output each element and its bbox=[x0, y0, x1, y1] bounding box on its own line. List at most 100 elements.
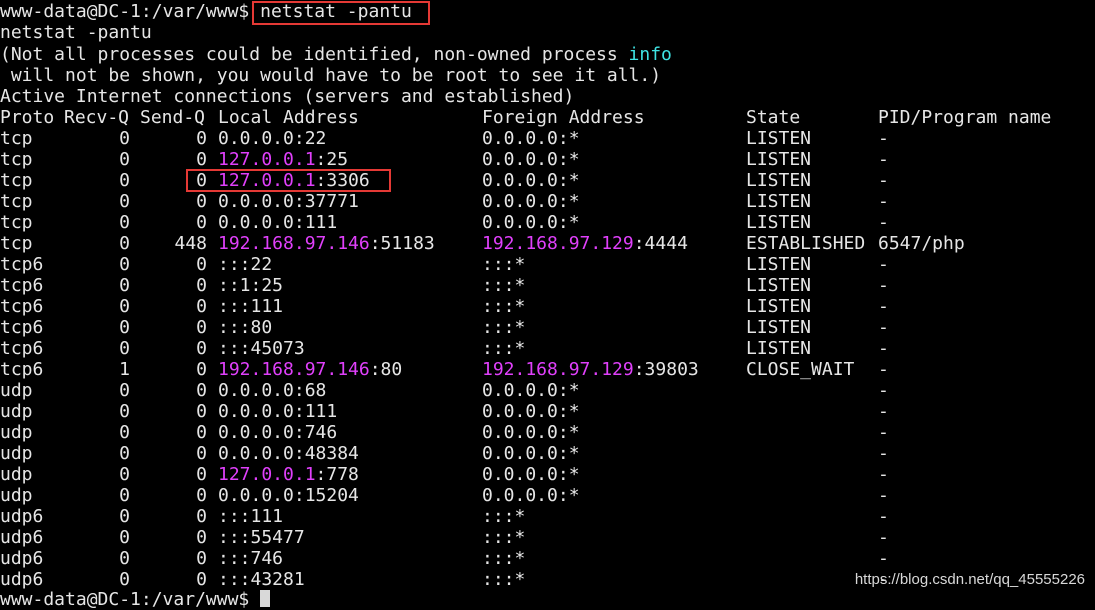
local-ip: 0.0.0.0 bbox=[218, 212, 294, 233]
cell-sendq: 0 bbox=[196, 275, 207, 296]
notice-keyword: info bbox=[628, 44, 672, 65]
cell-local-address: ::1:25 bbox=[218, 275, 283, 296]
local-port: :111 bbox=[293, 212, 338, 233]
header-foreign-address: Foreign Address bbox=[482, 107, 645, 128]
cell-local-address: 0.0.0.0:15204 bbox=[218, 485, 359, 506]
foreign-port: :* bbox=[557, 422, 580, 443]
cell-foreign-address: 0.0.0.0:* bbox=[482, 380, 580, 401]
cell-local-address: 192.168.97.146:51183 bbox=[218, 233, 435, 254]
local-ip: :::43281 bbox=[218, 569, 305, 590]
foreign-ip: 0.0.0.0 bbox=[482, 401, 558, 422]
cell-sendq: 0 bbox=[196, 422, 207, 443]
local-ip: 0.0.0.0 bbox=[218, 401, 294, 422]
cell-local-address: 0.0.0.0:48384 bbox=[218, 443, 359, 464]
command-echo: netstat -pantu bbox=[0, 22, 152, 43]
foreign-port: :* bbox=[557, 380, 580, 401]
foreign-port: :* bbox=[557, 128, 580, 149]
terminal-window[interactable]: www-data@DC-1:/var/www$ netstat -pantu n… bbox=[0, 0, 1095, 610]
foreign-ip: :::* bbox=[482, 506, 526, 527]
cell-local-address: 0.0.0.0:22 bbox=[218, 128, 326, 149]
table-row: udp 0 0 0.0.0.0:68 0.0.0.0:* - bbox=[0, 380, 1095, 401]
foreign-ip: 0.0.0.0 bbox=[482, 149, 558, 170]
prompt-path: :/var/www$ bbox=[140, 1, 250, 22]
cell-state: ESTABLISHED bbox=[746, 233, 866, 254]
cell-sendq: 0 bbox=[196, 380, 207, 401]
local-ip: 192.168.97.146 bbox=[218, 233, 370, 254]
cell-local-address: :::111 bbox=[218, 296, 283, 317]
foreign-port: :* bbox=[557, 170, 580, 191]
foreign-port: :4444 bbox=[633, 233, 688, 254]
cell-local-address: 0.0.0.0:111 bbox=[218, 401, 337, 422]
cell-pid-program: - bbox=[878, 422, 889, 443]
cell-local-address: :::45073 bbox=[218, 338, 305, 359]
cell-sendq: 0 bbox=[196, 443, 207, 464]
cell-pid-program: - bbox=[878, 443, 889, 464]
cell-foreign-address: 0.0.0.0:* bbox=[482, 464, 580, 485]
local-ip: 0.0.0.0 bbox=[218, 443, 294, 464]
cell-sendq: 0 bbox=[196, 464, 207, 485]
local-port: :51183 bbox=[369, 233, 435, 254]
table-row: udp6 0 0:::55477:::* - bbox=[0, 527, 1095, 548]
table-row: udp 0 0 0.0.0.0:746 0.0.0.0:* - bbox=[0, 422, 1095, 443]
cell-sendq: 0 bbox=[196, 212, 207, 233]
foreign-ip: 0.0.0.0 bbox=[482, 170, 558, 191]
header-proto: Proto bbox=[0, 107, 55, 128]
cell-pid-program: - bbox=[878, 485, 889, 506]
foreign-ip: 0.0.0.0 bbox=[482, 128, 558, 149]
notice-line-1: (Not all processes could be identified, … bbox=[0, 44, 672, 65]
cell-local-address: 0.0.0.0:746 bbox=[218, 422, 337, 443]
cell-sendq: 0 bbox=[196, 548, 207, 569]
local-ip: :::80 bbox=[218, 317, 273, 338]
table-row: tcp 0 0 0.0.0.0:37771 0.0.0.0:* LISTEN - bbox=[0, 191, 1095, 212]
cell-sendq: 0 bbox=[196, 359, 207, 380]
cell-foreign-address: 0.0.0.0:* bbox=[482, 443, 580, 464]
foreign-port: :* bbox=[557, 401, 580, 422]
table-row: tcp 0 0 0.0.0.0:22 0.0.0.0:* LISTEN - bbox=[0, 128, 1095, 149]
table-row: tcp6 0 0:::22:::* LISTEN - bbox=[0, 254, 1095, 275]
foreign-ip: 0.0.0.0 bbox=[482, 380, 558, 401]
cell-state: LISTEN bbox=[746, 149, 812, 170]
cell-local-address: 127.0.0.1:778 bbox=[218, 464, 359, 485]
local-port: :25 bbox=[315, 149, 349, 170]
table-row: udp 0 0 0.0.0.0:111 0.0.0.0:* - bbox=[0, 401, 1095, 422]
table-row: tcp6 1 0 192.168.97.146:80 192.168.97.129:39… bbox=[0, 359, 1095, 380]
foreign-ip: :::* bbox=[482, 548, 526, 569]
foreign-port: :39803 bbox=[633, 359, 699, 380]
table-row: tcp 0 448 192.168.97.146:51183 192.168.97.12… bbox=[0, 233, 1095, 254]
cell-sendq: 0 bbox=[196, 170, 207, 191]
table-row: tcp6 0 0:::45073:::* LISTEN - bbox=[0, 338, 1095, 359]
cell-pid-program: - bbox=[878, 296, 889, 317]
command-prompt-line: www-data@DC-1:/var/www$ netstat -pantu bbox=[0, 1, 412, 22]
foreign-ip: :::* bbox=[482, 338, 526, 359]
cell-state: LISTEN bbox=[746, 338, 812, 359]
foreign-ip: 0.0.0.0 bbox=[482, 464, 558, 485]
section-title: Active Internet connections (servers and… bbox=[0, 86, 575, 107]
foreign-ip: :::* bbox=[482, 317, 526, 338]
cell-state: LISTEN bbox=[746, 191, 812, 212]
cell-foreign-address: 0.0.0.0:* bbox=[482, 485, 580, 506]
local-ip: 127.0.0.1 bbox=[218, 464, 316, 485]
cell-foreign-address: 0.0.0.0:* bbox=[482, 212, 580, 233]
local-port: :48384 bbox=[293, 443, 359, 464]
cell-state: LISTEN bbox=[746, 212, 812, 233]
cell-pid-program: - bbox=[878, 170, 889, 191]
cell-sendq: 0 bbox=[196, 401, 207, 422]
foreign-port: :* bbox=[557, 464, 580, 485]
table-row: tcp 0 0 127.0.0.1:25 0.0.0.0:* LISTEN - bbox=[0, 149, 1095, 170]
cell-foreign-address: 0.0.0.0:* bbox=[482, 422, 580, 443]
table-row: tcp6 0 0:::111:::* LISTEN - bbox=[0, 296, 1095, 317]
local-port: :80 bbox=[369, 359, 403, 380]
foreign-ip: :::* bbox=[482, 254, 526, 275]
cell-local-address: :::55477 bbox=[218, 527, 305, 548]
cell-pid-program: - bbox=[878, 128, 889, 149]
foreign-port: :* bbox=[557, 485, 580, 506]
cell-sendq: 0 bbox=[196, 191, 207, 212]
cell-foreign-address: :::* bbox=[482, 317, 525, 338]
cell-state: LISTEN bbox=[746, 170, 812, 191]
header-state: State bbox=[746, 107, 801, 128]
local-port: :15204 bbox=[293, 485, 359, 506]
foreign-ip: 0.0.0.0 bbox=[482, 443, 558, 464]
cell-sendq: 0 bbox=[196, 149, 207, 170]
local-ip: :::45073 bbox=[218, 338, 305, 359]
local-ip: 127.0.0.1 bbox=[218, 149, 316, 170]
